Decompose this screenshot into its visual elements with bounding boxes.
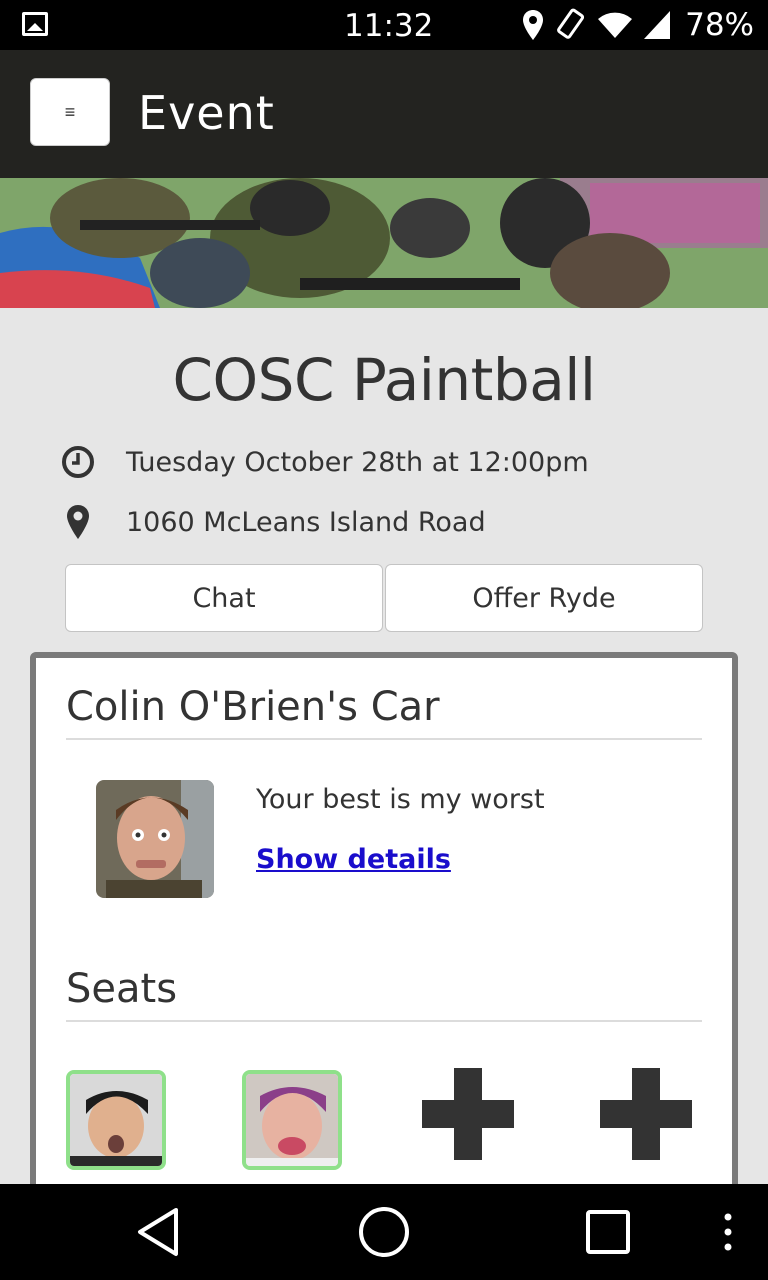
menu-icon: ≡	[64, 101, 76, 122]
seat-passenger-avatar[interactable]	[66, 1070, 166, 1170]
status-time: 11:32	[344, 8, 434, 44]
seats-heading: Seats	[66, 966, 178, 1012]
home-icon[interactable]	[356, 1204, 412, 1260]
car-card: Colin O'Brien's Car Your best is my wors…	[30, 652, 738, 1252]
event-title: COSC Paintball	[172, 346, 596, 414]
car-title: Colin O'Brien's Car	[66, 684, 440, 730]
event-datetime: Tuesday October 28th at 12:00pm	[126, 446, 589, 478]
driver-avatar[interactable]	[96, 780, 214, 898]
location-icon	[523, 10, 544, 40]
signal-icon	[644, 11, 671, 39]
navigation-bar	[0, 1184, 768, 1280]
event-datetime-row: Tuesday October 28th at 12:00pm	[60, 442, 589, 482]
menu-button[interactable]: ≡	[30, 78, 110, 146]
image-icon	[22, 12, 48, 36]
clock-icon	[60, 444, 96, 480]
recents-icon[interactable]	[580, 1204, 636, 1260]
add-seat-icon[interactable]	[422, 1068, 514, 1160]
divider	[66, 738, 702, 740]
chat-button[interactable]: Chat	[65, 564, 383, 632]
overflow-menu-icon[interactable]	[700, 1204, 756, 1260]
show-details-link[interactable]: Show details	[256, 844, 451, 875]
driver-quote: Your best is my worst	[256, 784, 545, 815]
back-icon[interactable]	[130, 1204, 186, 1260]
event-location: 1060 McLeans Island Road	[126, 506, 486, 538]
status-icons: 78%	[521, 7, 754, 43]
event-banner-image	[0, 178, 768, 308]
rotate-icon	[557, 8, 585, 39]
add-seat-icon[interactable]	[600, 1068, 692, 1160]
offer-ryde-button[interactable]: Offer Ryde	[385, 564, 703, 632]
location-pin-icon	[60, 504, 96, 540]
wifi-icon	[598, 12, 633, 38]
status-bar: 11:32 78%	[0, 0, 768, 50]
divider	[66, 1020, 702, 1022]
battery-percent: 78%	[685, 7, 754, 43]
seat-passenger-avatar[interactable]	[242, 1070, 342, 1170]
app-bar: ≡ Event	[0, 50, 768, 178]
page-title: Event	[138, 86, 275, 140]
event-location-row: 1060 McLeans Island Road	[60, 502, 486, 542]
